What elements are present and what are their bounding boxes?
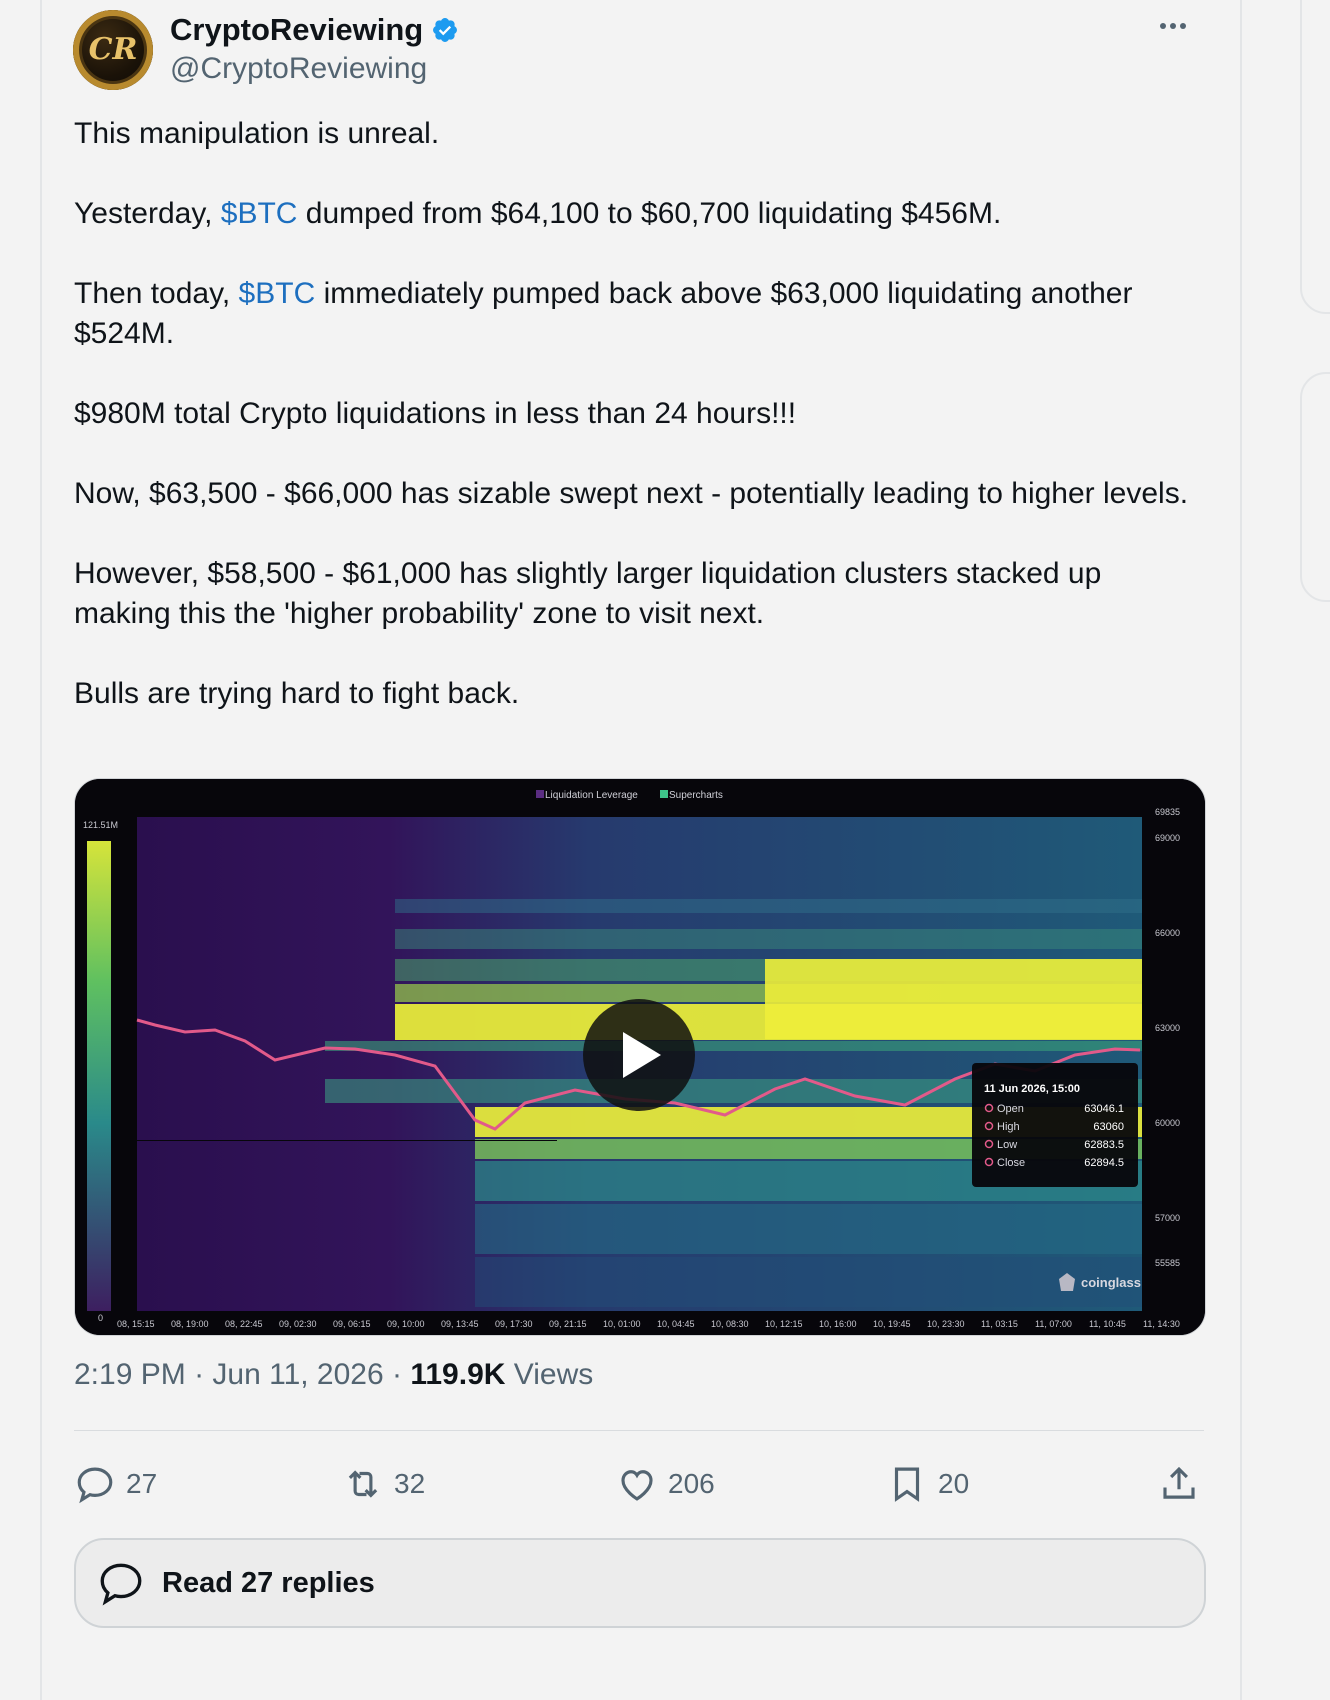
y-tick-label: 69835 — [1155, 807, 1180, 817]
heatmap-band — [395, 899, 1142, 913]
reply-icon — [77, 1467, 113, 1504]
heart-icon — [621, 1470, 653, 1501]
reply-button[interactable]: 27 — [74, 1463, 157, 1505]
read-replies-label: Read 27 replies — [162, 1566, 375, 1599]
share-icon — [1163, 1466, 1195, 1499]
cashtag-link[interactable]: $BTC — [221, 197, 298, 230]
like-count: 206 — [668, 1468, 715, 1499]
y-tick-label: 66000 — [1155, 928, 1180, 938]
sidebar-card-top — [1300, 0, 1330, 314]
repost-button[interactable]: 32 — [342, 1463, 425, 1505]
cashtag-link[interactable]: $BTC — [239, 277, 316, 310]
tooltip-value: 62894.5 — [1084, 1157, 1124, 1169]
coinglass-watermark: coinglass — [1081, 1275, 1141, 1290]
tweet-line: $980M total Crypto liquidations in less … — [74, 397, 797, 430]
x-tick-label: 09, 02:30 — [279, 1319, 317, 1329]
x-tick-label: 11, 14:30 — [1143, 1319, 1180, 1329]
reply-count: 27 — [126, 1468, 158, 1499]
views-count: 119.9K — [410, 1358, 506, 1391]
tweet-line: This manipulation is unreal. — [74, 117, 440, 150]
tweet-time[interactable]: 2:19 PM — [74, 1358, 186, 1391]
tooltip-label: Open — [997, 1103, 1024, 1115]
tweet-text-span: dumped from $64,100 to $60,700 liquidati… — [297, 197, 1002, 230]
y-tick-label: 55585 — [1155, 1258, 1180, 1268]
repost-icon — [348, 1470, 378, 1498]
x-tick-label: 10, 08:30 — [711, 1319, 749, 1329]
tooltip-label: High — [997, 1121, 1020, 1133]
tooltip-label: Low — [997, 1139, 1017, 1151]
tooltip-value: 63046.1 — [1084, 1103, 1124, 1115]
tooltip-value: 62883.5 — [1084, 1139, 1124, 1151]
more-options-icon[interactable] — [1158, 8, 1188, 44]
heatmap-band — [765, 959, 1142, 1039]
play-button[interactable] — [583, 999, 695, 1111]
x-tick-label: 10, 04:45 — [657, 1319, 695, 1329]
scale-max-label: 121.51M — [83, 820, 118, 830]
sidebar-card-bottom — [1300, 372, 1330, 602]
x-tick-label: 11, 10:45 — [1089, 1319, 1126, 1329]
meta-separator: · — [194, 1358, 213, 1391]
scale-min-label: 0 — [98, 1313, 103, 1323]
repost-count: 32 — [394, 1468, 426, 1499]
play-icon — [623, 1032, 661, 1078]
tweet-text-span: Yesterday, — [74, 197, 221, 230]
avatar[interactable]: CR — [73, 10, 153, 90]
tweet-line: Now, $63,500 - $66,000 has sizable swept… — [74, 477, 1189, 510]
x-tick-label: 10, 23:30 — [927, 1319, 965, 1329]
share-button[interactable] — [1158, 1463, 1210, 1505]
x-tick-label: 08, 15:15 — [117, 1319, 155, 1329]
legend-supercharts: Supercharts — [669, 790, 723, 801]
verified-badge-icon — [433, 18, 458, 42]
avatar-monogram: CR — [88, 32, 138, 67]
x-tick-label: 09, 17:30 — [495, 1319, 533, 1329]
x-tick-label: 08, 19:00 — [171, 1319, 209, 1329]
bookmark-icon — [894, 1467, 920, 1502]
meta-separator: · — [392, 1358, 411, 1391]
views-label: Views — [505, 1358, 594, 1391]
video-player[interactable]: Liquidation Leverage Supercharts 121.51M… — [74, 778, 1206, 1336]
legend-liquidation-leverage: Liquidation Leverage — [545, 790, 638, 801]
author-name-text: CryptoReviewing — [170, 12, 424, 47]
tweet-text: This manipulation is unreal. Yesterday, … — [74, 114, 1204, 754]
x-tick-label: 08, 22:45 — [225, 1319, 263, 1329]
x-tick-label: 11, 03:15 — [981, 1319, 1018, 1329]
x-tick-label: 10, 01:00 — [603, 1319, 641, 1329]
x-tick-label: 10, 19:45 — [873, 1319, 911, 1329]
tweet-line: Bulls are trying hard to fight back. — [74, 677, 520, 710]
heatmap-band — [325, 1041, 1142, 1051]
heatmap-band — [395, 929, 1142, 949]
tooltip-label: Close — [997, 1157, 1025, 1169]
bookmark-count: 20 — [938, 1468, 970, 1499]
author-handle[interactable]: @CryptoReviewing — [170, 52, 427, 86]
bookmark-button[interactable]: 20 — [886, 1463, 969, 1505]
y-tick-label: 60000 — [1155, 1118, 1180, 1128]
tweet-line: Yesterday, $BTC dumped from $64,100 to $… — [74, 194, 1204, 234]
divider — [74, 1430, 1204, 1431]
x-tick-label: 11, 07:00 — [1035, 1319, 1072, 1329]
x-tick-label: 10, 16:00 — [819, 1319, 857, 1329]
x-tick-label: 09, 21:15 — [549, 1319, 587, 1329]
x-tick-label: 09, 13:45 — [441, 1319, 479, 1329]
y-tick-label: 63000 — [1155, 1023, 1180, 1033]
ohlc-tooltip: 11 Jun 2026, 15:00 Open 63046.1 High 63060 L… — [972, 1063, 1138, 1187]
tweet-meta: 2:19 PM · Jun 11, 2026 · 119.9K Views — [74, 1358, 593, 1392]
reply-icon — [100, 1563, 142, 1606]
y-tick-label: 57000 — [1155, 1213, 1180, 1223]
heatmap-band — [475, 1257, 1142, 1307]
tweet-line: However, $58,500 - $61,000 has slightly … — [74, 557, 1102, 630]
tweet-text-span: Then today, — [74, 277, 239, 310]
like-button[interactable]: 206 — [616, 1463, 715, 1505]
x-tick-label: 09, 06:15 — [333, 1319, 371, 1329]
author-name[interactable]: CryptoReviewing — [170, 12, 459, 48]
y-tick-label: 69000 — [1155, 833, 1180, 843]
tooltip-title: 11 Jun 2026, 15:00 — [984, 1083, 1080, 1095]
tweet-line: Then today, $BTC immediately pumped back… — [74, 274, 1204, 354]
tooltip-value: 63060 — [1093, 1121, 1124, 1133]
x-tick-label: 09, 10:00 — [387, 1319, 425, 1329]
read-replies-button[interactable]: Read 27 replies — [74, 1538, 1206, 1628]
x-tick-label: 10, 12:15 — [765, 1319, 803, 1329]
heatmap-band — [475, 1204, 1142, 1254]
tweet-date[interactable]: Jun 11, 2026 — [212, 1358, 383, 1391]
